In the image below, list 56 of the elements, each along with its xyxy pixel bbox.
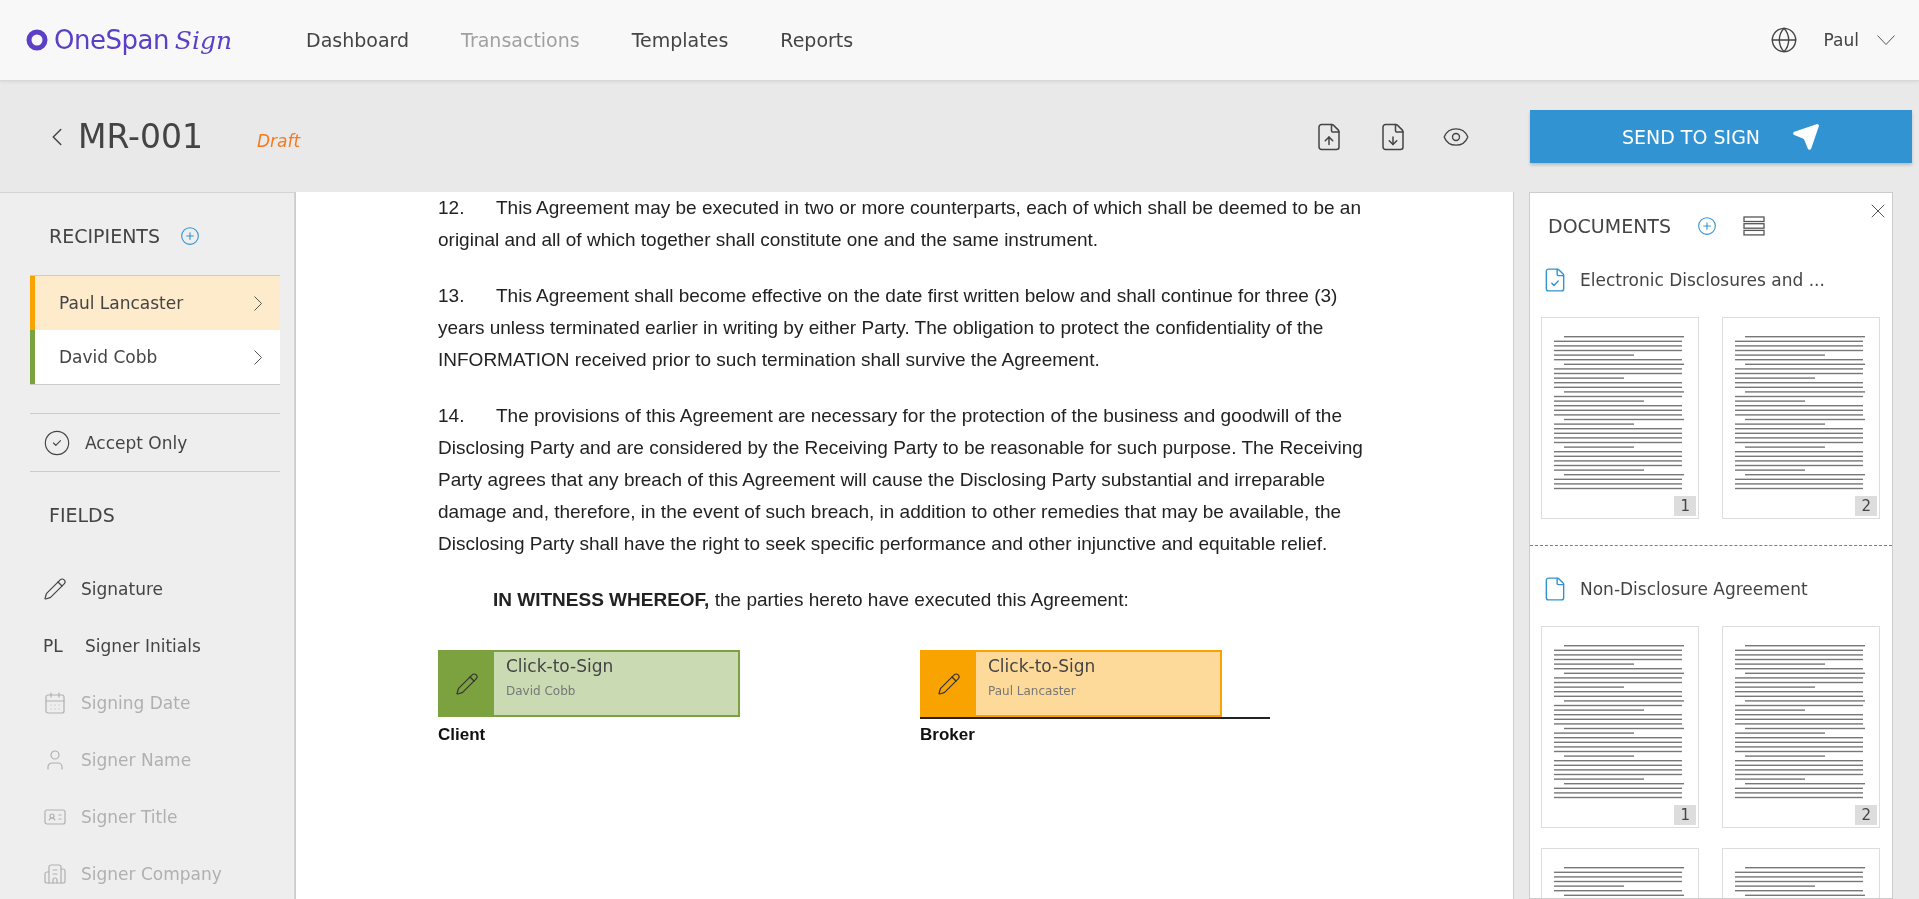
signature-caption: Client <box>438 725 487 745</box>
page-thumbnail[interactable]: 1 <box>1541 626 1699 828</box>
paper-plane-icon <box>1792 122 1821 151</box>
signature-label: Click-to-Sign <box>988 656 1096 676</box>
section-heading: RECIPIENTS <box>49 225 161 247</box>
document-title[interactable]: Non-Disclosure Agreement <box>1580 579 1808 599</box>
accept-only-label: Accept Only <box>85 432 188 453</box>
signer-name: Paul Lancaster <box>988 684 1077 698</box>
nav-link[interactable]: Dashboard <box>306 29 410 51</box>
status-label: Draft <box>256 130 301 151</box>
nav-link[interactable]: Templates <box>631 29 729 51</box>
agreement-paragraph: 14. The provisions of this Agreement are necessary for the protection of the business and goodwill of the Disclosing Party and are considered by the Receiving Party to be reasonable for such purpose. The Receiving Party agrees that any breach of this Agreement will cause the Disclosing Party substantial and irreparable damage and, therefore, in the event of such breach, in addition to other remedies that may be available, the Disclosing Party shall have the right to seek specific performance and other injunctive and equitable relief. <box>438 404 1364 556</box>
chevron-icon <box>254 349 262 365</box>
chevron-icon <box>254 295 262 311</box>
signature-field[interactable]: Click-to-Sign Paul Lancaster <box>920 650 1222 717</box>
page-number: 2 <box>1855 805 1877 825</box>
initials-text: PL <box>43 635 64 656</box>
agreement-paragraph: 12. This Agreement may be executed in two or more counterparts, each of which shall be deemed to be an original and all of which together shall constitute one and the same instrument. <box>438 196 1362 252</box>
recipient-item[interactable]: Paul Lancaster <box>30 276 280 330</box>
logo-script-text: Sign <box>174 25 233 55</box>
page-number: 1 <box>1674 496 1696 516</box>
witness-statement: IN WITNESS WHEREOF, the parties hereto have executed this Agreement: <box>493 588 1130 612</box>
field-item[interactable]: Signature <box>30 560 280 617</box>
logo-text: OneSpan <box>54 25 169 55</box>
page-thumbnail[interactable]: 2 <box>1722 317 1880 519</box>
page-number: 1 <box>1674 805 1696 825</box>
page-thumbnail[interactable]: 2 <box>1722 626 1880 828</box>
list-view-icon[interactable] <box>1743 216 1766 236</box>
signature-caption: Broker <box>920 725 976 745</box>
signer-name: David Cobb <box>506 684 577 698</box>
pen-icon <box>937 671 961 696</box>
ring-icon <box>26 29 48 51</box>
user-menu[interactable]: Paul <box>1823 30 1895 50</box>
calendar-icon <box>43 690 67 715</box>
globe-icon[interactable] <box>1769 26 1798 54</box>
pen-icon <box>43 576 67 601</box>
signature-field[interactable]: Click-to-Sign David Cobb <box>438 650 740 717</box>
document-title[interactable]: Electronic Disclosures and ... <box>1580 270 1825 290</box>
recipient-item[interactable]: David Cobb <box>30 330 280 384</box>
page-number: 2 <box>1855 496 1877 516</box>
logo[interactable]: OneSpan Sign <box>26 25 276 55</box>
recipient-name: David Cobb <box>59 347 158 367</box>
pen-icon <box>455 671 479 696</box>
signature-label: Click-to-Sign <box>506 656 614 676</box>
section-heading: FIELDS <box>49 504 115 526</box>
check-circle-icon[interactable] <box>43 428 71 457</box>
recipient-name: Paul Lancaster <box>59 293 184 313</box>
nav-link[interactable]: Reports <box>780 29 854 51</box>
page-thumbnail[interactable]: 1 <box>1541 317 1699 519</box>
agreement-paragraph: 13. This Agreement shall become effective on the date first written below and shall continue for three (3) years unless terminated earlier in writing by either Party. The obligation to protect the confidentiality of the INFORMATION received prior to such termination shall survive the Agreement. <box>438 284 1339 372</box>
building-icon <box>43 861 67 886</box>
add-icon[interactable] <box>1697 216 1718 236</box>
field-item[interactable]: PL Signer Initials <box>30 617 280 674</box>
transaction-title: MR-001 <box>78 117 203 156</box>
section-heading: DOCUMENTS <box>1548 215 1672 237</box>
caret-icon <box>1877 35 1895 45</box>
